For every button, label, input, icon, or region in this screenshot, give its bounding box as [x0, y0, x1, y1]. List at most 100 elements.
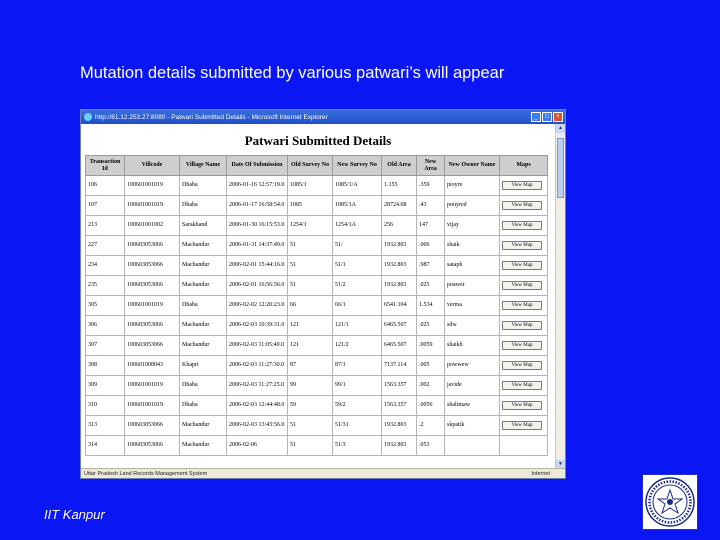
cell-maps: View Map	[499, 275, 548, 296]
cell-old-survey: 1254/1	[287, 215, 333, 236]
cell-new-survey: 99/1	[332, 375, 382, 396]
table-row: 107 100601001019 Dhaba 2006-01-17 16:58:54.…	[85, 195, 548, 216]
cell-village-name: Dhaba	[179, 175, 227, 196]
cell-owner-name: sataph	[444, 255, 500, 276]
cell-new-area: .43	[416, 195, 445, 216]
cell-date: 2006-02-03 11:27:30.0	[226, 355, 288, 376]
footer-label: IIT Kanpur	[44, 507, 105, 522]
table-row: 305 100601001019 Dhaba 2006-02-02 12:20:23.…	[85, 295, 548, 316]
cell-maps: View Map	[499, 195, 548, 216]
slide-title: Mutation details submitted by various pa…	[80, 64, 505, 82]
cell-new-survey: 87/1	[332, 355, 382, 376]
cell-old-area: 6465.507	[381, 335, 417, 356]
cell-new-area: .005	[416, 355, 445, 376]
status-zone: Internet	[531, 470, 550, 477]
cell-transaction-id: 306	[85, 315, 125, 336]
cell-new-survey: 121/2	[332, 335, 382, 356]
cell-maps: View Map	[499, 395, 548, 416]
view-map-button[interactable]: View Map	[502, 201, 542, 210]
cell-village-name: Dhaba	[179, 195, 227, 216]
cell-transaction-id: 213	[85, 215, 125, 236]
cell-maps	[499, 435, 548, 456]
cell-old-survey: 66	[287, 295, 333, 316]
cell-maps: View Map	[499, 375, 548, 396]
view-map-button[interactable]: View Map	[502, 341, 542, 350]
close-icon[interactable]: ×	[553, 112, 563, 122]
table-row: 313 100603053066 Machandur 2006-02-03 13:43…	[85, 415, 548, 436]
vertical-scrollbar[interactable]: ▲ ▼	[555, 124, 565, 469]
cell-date: 2006-02-03 11:05:49.0	[226, 335, 288, 356]
view-map-button[interactable]: View Map	[502, 301, 542, 310]
cell-old-survey: 121	[287, 315, 333, 336]
view-map-button[interactable]: View Map	[502, 181, 542, 190]
cell-transaction-id: 308	[85, 355, 125, 376]
cell-village-name: Machandur	[179, 435, 227, 456]
cell-old-area: 1932.803	[381, 415, 417, 436]
cell-date: 2006-02-01 15:44:16.0	[226, 255, 288, 276]
table-row: 314 100603053066 Machandur 2006-02-06 51 51/3…	[85, 435, 548, 456]
cell-owner-name: shalimaw	[444, 395, 500, 416]
view-map-button[interactable]: View Map	[502, 221, 542, 230]
cell-new-survey: 1085/1/A	[332, 175, 382, 196]
scroll-up-icon[interactable]: ▲	[556, 124, 565, 133]
iit-kanpur-logo	[642, 474, 698, 530]
cell-old-survey: 1085	[287, 195, 333, 216]
cell-owner-name: sdw	[444, 315, 500, 336]
col-village-name: Village Name	[179, 155, 227, 176]
cell-village-name: Sarakhand	[179, 215, 227, 236]
cell-villcode: 100603053066	[124, 275, 180, 296]
maximize-icon[interactable]: □	[542, 112, 552, 122]
cell-village-name: Khapri	[179, 355, 227, 376]
col-villcode: Villcode	[124, 155, 180, 176]
view-map-button[interactable]: View Map	[502, 361, 542, 370]
cell-date: 2006-02-02 12:20:23.0	[226, 295, 288, 316]
cell-transaction-id: 235	[85, 275, 125, 296]
seal-icon	[645, 477, 695, 527]
minimize-icon[interactable]: _	[531, 112, 541, 122]
cell-old-survey: 51	[287, 415, 333, 436]
cell-date: 2006-02-03 10:39:31.0	[226, 315, 288, 336]
cell-new-area: .359	[416, 175, 445, 196]
table-row: 306 100603053066 Machandur 2006-02-03 10:39…	[85, 315, 548, 336]
cell-new-survey: 51/	[332, 235, 382, 256]
scroll-thumb[interactable]	[557, 138, 564, 198]
cell-old-area: 28724.08	[381, 195, 417, 216]
cell-villcode: 100603053066	[124, 255, 180, 276]
cell-transaction-id: 106	[85, 175, 125, 196]
cell-new-area: .2	[416, 415, 445, 436]
cell-old-area: 1932.803	[381, 235, 417, 256]
cell-villcode: 100601001002	[124, 215, 180, 236]
cell-new-survey: 51/3	[332, 435, 382, 456]
cell-date: 2006-02-01 16:56:56.0	[226, 275, 288, 296]
cell-date: 2006-01-31 14:37:49.0	[226, 235, 288, 256]
cell-village-name: Machandur	[179, 415, 227, 436]
view-map-button[interactable]: View Map	[502, 261, 542, 270]
view-map-button[interactable]: View Map	[502, 381, 542, 390]
cell-owner-name: javide	[444, 375, 500, 396]
window-title: http://61.12.253.27:8080 - Patwari Submi…	[95, 113, 328, 121]
table-row: 235 100603053066 Machandur 2006-02-01 16:56…	[85, 275, 548, 296]
cell-transaction-id: 107	[85, 195, 125, 216]
cell-new-area: .025	[416, 275, 445, 296]
view-map-button[interactable]: View Map	[502, 241, 542, 250]
cell-villcode: 100601001019	[124, 175, 180, 196]
cell-date: 2006-02-03 12:44:48.0	[226, 395, 288, 416]
cell-old-survey: 51	[287, 235, 333, 256]
cell-maps: View Map	[499, 355, 548, 376]
view-map-button[interactable]: View Map	[502, 281, 542, 290]
cell-owner-name: shaikh	[444, 335, 500, 356]
cell-village-name: Machandur	[179, 335, 227, 356]
cell-transaction-id: 313	[85, 415, 125, 436]
cell-new-survey: 51/31	[332, 415, 382, 436]
cell-new-survey: 66/1	[332, 295, 382, 316]
col-old-area: Old Area	[381, 155, 417, 176]
cell-old-survey: 99	[287, 375, 333, 396]
cell-old-area: 7137.114	[381, 355, 417, 376]
status-bar: Uttar Pradesh Land Records Management Sy…	[81, 468, 565, 478]
cell-old-survey: 121	[287, 335, 333, 356]
cell-owner-name: pioyre	[444, 175, 500, 196]
view-map-button[interactable]: View Map	[502, 321, 542, 330]
view-map-button[interactable]: View Map	[502, 401, 542, 410]
view-map-button[interactable]: View Map	[502, 421, 542, 430]
col-owner: New Owner Name	[444, 155, 500, 176]
